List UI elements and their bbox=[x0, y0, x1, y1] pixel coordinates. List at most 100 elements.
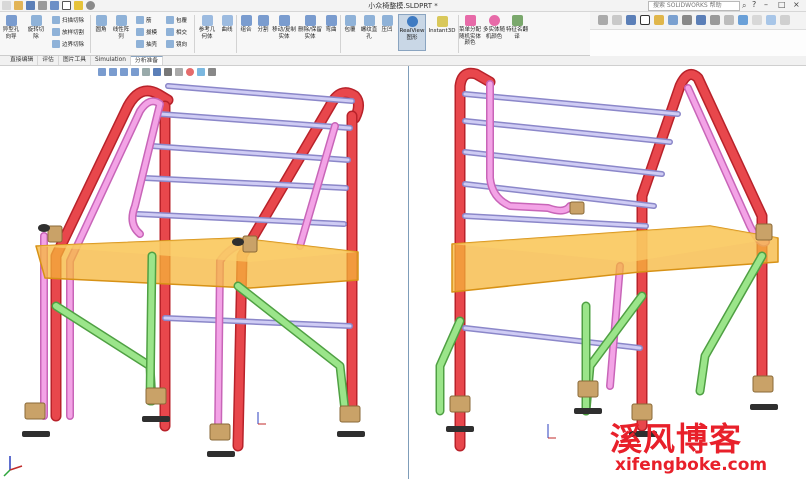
realview-icon bbox=[406, 16, 418, 27]
delete-keep-body-button[interactable]: 删除/保留实体 bbox=[298, 15, 322, 40]
close-icon[interactable]: × bbox=[793, 0, 800, 9]
ref-geometry-icon bbox=[201, 15, 213, 26]
rib-icon bbox=[136, 16, 144, 24]
feature-name-icon bbox=[511, 15, 523, 26]
apply-scene-icon[interactable] bbox=[766, 15, 776, 25]
color-body-icon bbox=[464, 15, 476, 26]
loft-cut-icon bbox=[52, 28, 60, 36]
delete-keep-label: 删除/保留实体 bbox=[298, 27, 322, 40]
sketch-icon[interactable] bbox=[612, 15, 622, 25]
compress-label: 压凹 bbox=[381, 27, 393, 33]
hide-show-icon[interactable] bbox=[710, 15, 720, 25]
monitor-icon[interactable] bbox=[780, 15, 790, 25]
search-input[interactable]: 搜索 SOLIDWORKS 帮助 bbox=[648, 1, 740, 11]
random-color-button[interactable]: 多实体随机颜色 bbox=[482, 15, 506, 40]
view-icon[interactable] bbox=[598, 15, 608, 25]
intersect-label: 相交 bbox=[176, 30, 188, 36]
flex-icon bbox=[325, 15, 337, 26]
shell-icon bbox=[136, 40, 144, 48]
view-settings-icon[interactable] bbox=[752, 15, 762, 25]
split-icon bbox=[257, 15, 269, 26]
draft-icon bbox=[136, 28, 144, 36]
scan-cut-icon bbox=[52, 16, 60, 24]
ref-geometry-label: 参考几何体 bbox=[198, 27, 216, 40]
draft-label: 拔模 bbox=[146, 30, 158, 36]
fillet-label: 圆角 bbox=[95, 27, 107, 33]
loft-cut-button[interactable]: 放样切割 bbox=[52, 28, 84, 36]
split-label: 分割 bbox=[257, 27, 269, 33]
intersect-button[interactable]: 相交 bbox=[166, 28, 187, 36]
move-copy-label: 移动/复制实体 bbox=[272, 27, 296, 40]
tab-evaluate[interactable]: 评估 bbox=[38, 56, 59, 65]
watermark-url: xifengboke.com bbox=[615, 455, 768, 475]
combine-icon bbox=[240, 15, 252, 26]
revolve-cut-icon bbox=[30, 15, 42, 26]
restore-icon[interactable]: □ bbox=[778, 0, 786, 9]
graphics-viewport-right[interactable] bbox=[410, 66, 806, 479]
mirror-button[interactable]: 镜向 bbox=[166, 40, 187, 48]
ribbon-separator bbox=[194, 15, 195, 53]
graphics-viewport-left[interactable] bbox=[0, 66, 409, 479]
flex-button[interactable]: 弯曲 bbox=[323, 15, 339, 34]
draft-button[interactable]: 拔模 bbox=[136, 28, 157, 36]
instant3d-icon bbox=[436, 16, 448, 27]
flex-label: 弯曲 bbox=[325, 27, 337, 33]
fillet-icon bbox=[95, 15, 107, 26]
compress-button[interactable]: 压凹 bbox=[379, 15, 395, 34]
minimize-icon[interactable]: – bbox=[764, 0, 768, 9]
wrap-label: 包覆 bbox=[176, 18, 188, 24]
title-bar: 小众椅整模.SLDPRT * 搜索 SOLIDWORKS 帮助 ⌕ ? – □ … bbox=[0, 0, 806, 12]
instant3d-label: Instant3D bbox=[428, 28, 456, 34]
compress-icon bbox=[381, 15, 393, 26]
zoom-icon[interactable] bbox=[626, 15, 636, 25]
chair-model-right bbox=[435, 67, 779, 452]
hole-wizard-button[interactable]: 异型孔向导 bbox=[2, 15, 20, 40]
shell-button[interactable]: 抽壳 bbox=[136, 40, 157, 48]
rebuild-icon[interactable] bbox=[654, 15, 664, 25]
rib-button[interactable]: 筋 bbox=[136, 16, 152, 24]
thread-hole-button[interactable]: 螺纹直孔 bbox=[360, 15, 378, 40]
help-icon[interactable]: ? bbox=[752, 0, 756, 9]
options-icon[interactable] bbox=[682, 15, 692, 25]
combine-button[interactable]: 组合 bbox=[238, 15, 254, 34]
scan-cut-button[interactable]: 扫描切除 bbox=[52, 16, 84, 24]
section-view-icon[interactable] bbox=[696, 15, 706, 25]
instant3d-button[interactable]: Instant3D bbox=[428, 16, 456, 35]
boundary-cut-icon bbox=[52, 40, 60, 48]
realview-label: RealView 图形 bbox=[399, 28, 425, 41]
fillet-button[interactable]: 圆角 bbox=[93, 15, 109, 34]
display-style-icon[interactable] bbox=[668, 15, 678, 25]
tab-analysis-prep[interactable]: 分析准备 bbox=[130, 56, 164, 65]
color-body-button[interactable]: 菜单分配随机实体颜色 bbox=[458, 15, 482, 47]
search-icon[interactable]: ⌕ bbox=[742, 1, 746, 11]
revolve-cut-label: 旋转切除 bbox=[27, 27, 45, 40]
mirror-icon bbox=[166, 40, 174, 48]
boundary-cut-button[interactable]: 边界切除 bbox=[52, 40, 84, 48]
tab-image-tools[interactable]: 图片工具 bbox=[59, 56, 92, 65]
loft-cut-label: 放样切割 bbox=[62, 30, 85, 36]
tab-simulation[interactable]: Simulation bbox=[91, 56, 131, 65]
appearance-icon[interactable] bbox=[724, 15, 734, 25]
color-body-label: 菜单分配随机实体颜色 bbox=[458, 27, 481, 46]
feature-name-label: 特征名翻译 bbox=[506, 27, 529, 40]
scene-icon[interactable] bbox=[738, 15, 748, 25]
feature-name-button[interactable]: 特征名翻译 bbox=[506, 15, 528, 40]
tab-direct-edit[interactable]: 直接编辑 bbox=[6, 56, 39, 65]
boundary-cut-label: 边界切除 bbox=[62, 42, 85, 48]
delete-keep-icon bbox=[304, 15, 316, 26]
wrap-icon bbox=[166, 16, 174, 24]
select-filter-icon[interactable] bbox=[640, 15, 650, 25]
split-button[interactable]: 分割 bbox=[255, 15, 271, 34]
realview-button-content[interactable]: RealView 图形 bbox=[398, 16, 426, 41]
wrap2-label: 包覆 bbox=[344, 27, 356, 33]
move-copy-body-button[interactable]: 移动/复制实体 bbox=[272, 15, 296, 40]
curves-button[interactable]: 曲线 bbox=[219, 15, 235, 34]
mirror-label: 镜向 bbox=[176, 42, 188, 48]
revolve-cut-button[interactable]: 旋转切除 bbox=[26, 15, 46, 40]
random-color-icon bbox=[488, 15, 500, 26]
wrap2-button[interactable]: 包覆 bbox=[342, 15, 358, 34]
ref-geometry-button[interactable]: 参考几何体 bbox=[197, 15, 217, 40]
linear-pattern-button[interactable]: 线性阵列 bbox=[111, 15, 131, 40]
wrap-button[interactable]: 包覆 bbox=[166, 16, 187, 24]
coordinate-triad-icon bbox=[3, 412, 266, 477]
